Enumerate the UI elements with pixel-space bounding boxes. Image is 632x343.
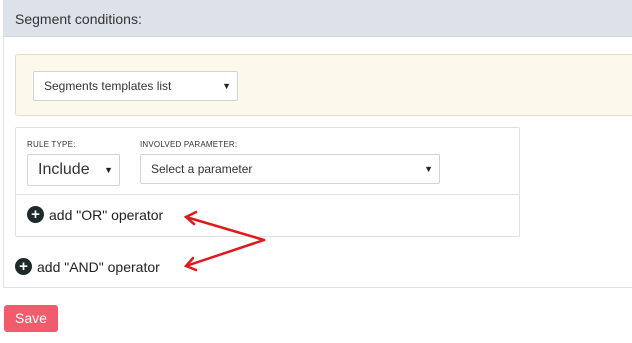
rule-type-select[interactable]: Include ▼ — [27, 154, 120, 186]
segments-templates-select-value: Segments templates list — [44, 79, 172, 93]
add-and-operator-link[interactable]: + add "AND" operator — [15, 258, 160, 275]
rule-row: RULE TYPE: INVOLVED PARAMETER: Include ▼… — [16, 128, 519, 195]
involved-parameter-select-value: Select a parameter — [151, 162, 253, 176]
rule-type-select-value: Include — [38, 161, 90, 178]
involved-parameter-select[interactable]: Select a parameter ▼ — [140, 154, 440, 184]
add-or-operator-link[interactable]: + add "OR" operator — [27, 206, 163, 223]
save-button[interactable]: Save — [4, 305, 58, 332]
caret-down-icon: ▼ — [424, 164, 433, 174]
caret-down-icon: ▼ — [104, 165, 113, 175]
add-and-operator-label: add "AND" operator — [37, 258, 160, 275]
segments-templates-select[interactable]: Segments templates list ▼ — [33, 71, 238, 101]
caret-down-icon: ▼ — [222, 81, 231, 91]
rule-type-label: RULE TYPE: — [27, 140, 76, 149]
plus-circle-icon: + — [15, 258, 32, 275]
add-or-operator-label: add "OR" operator — [49, 206, 164, 223]
plus-circle-icon: + — [27, 206, 44, 223]
page: Segment conditions: Segments templates l… — [0, 0, 632, 343]
segment-conditions-panel: Segment conditions: Segments templates l… — [3, 0, 632, 288]
templates-box: Segments templates list ▼ — [15, 54, 632, 116]
panel-header: Segment conditions: — [4, 1, 632, 37]
rule-box: RULE TYPE: INVOLVED PARAMETER: Include ▼… — [15, 127, 520, 237]
involved-parameter-label: INVOLVED PARAMETER: — [140, 140, 238, 149]
